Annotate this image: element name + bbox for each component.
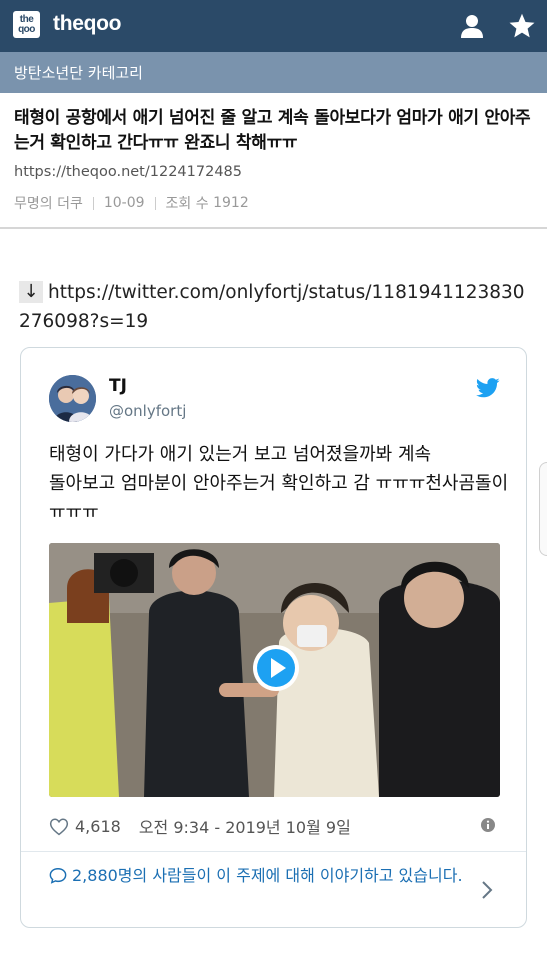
category-label: 방탄소년단 카테고리 bbox=[14, 64, 143, 82]
twitter-link[interactable]: https://twitter.com/onlyfortj/status/118… bbox=[19, 282, 525, 332]
post-title: 태형이 공항에서 애기 넘어진 줄 알고 계속 돌아보다가 엄마가 애기 안아주… bbox=[14, 108, 531, 153]
post-date: 10-09 bbox=[103, 195, 145, 211]
tweet-divider bbox=[21, 851, 526, 852]
play-icon[interactable] bbox=[252, 644, 300, 692]
down-arrow-icon: ↓ bbox=[19, 281, 43, 303]
brand-name[interactable]: theqoo bbox=[53, 12, 121, 36]
tweet-text: 태형이 가다가 애기 있는거 보고 넘어졌을까봐 계속 돌아보고 엄마분이 안아… bbox=[49, 444, 509, 523]
category-bar[interactable]: 방탄소년단 카테고리 bbox=[0, 52, 547, 93]
tweet-author-name[interactable]: TJ bbox=[109, 376, 127, 396]
twitter-bird-icon[interactable] bbox=[476, 378, 500, 398]
views-count: 1912 bbox=[213, 195, 249, 211]
logo-bottom-text: qoo bbox=[18, 23, 35, 35]
comment-bubble-icon bbox=[49, 868, 67, 884]
heart-icon[interactable] bbox=[49, 817, 69, 836]
meta-divider bbox=[92, 196, 94, 210]
views-label: 조회 수 bbox=[165, 196, 209, 212]
theqoo-logo[interactable]: the qoo bbox=[13, 11, 40, 38]
user-icon[interactable] bbox=[459, 13, 485, 39]
post-url[interactable]: https://theqoo.net/1224172485 bbox=[14, 164, 242, 180]
avatar[interactable] bbox=[49, 375, 96, 422]
post-meta: 무명의 더쿠 10-09 조회 수 1912 bbox=[14, 193, 249, 213]
meta-divider bbox=[154, 196, 156, 210]
embedded-tweet[interactable]: TJ @onlyfortj 태형이 가다가 애기 있는거 보고 넘어졌을까봐 계… bbox=[20, 347, 527, 928]
conversation-text: 2,880명의 사람들이 이 주제에 대해 이야기하고 있습니다. bbox=[72, 866, 463, 885]
chevron-right-icon[interactable] bbox=[481, 880, 493, 900]
conversation-link[interactable]: 2,880명의 사람들이 이 주제에 대해 이야기하고 있습니다. bbox=[49, 864, 479, 888]
tweet-timestamp[interactable]: 오전 9:34 - 2019년 10월 9일 bbox=[139, 814, 351, 838]
logo-top-text: the bbox=[19, 13, 34, 25]
side-scroll-handle[interactable] bbox=[539, 462, 547, 556]
body-link-paragraph: ↓ https://twitter.com/onlyfortj/status/11… bbox=[19, 278, 529, 336]
tweet-video-thumbnail[interactable] bbox=[49, 543, 500, 797]
star-icon[interactable] bbox=[508, 12, 536, 40]
post-author: 무명의 더쿠 bbox=[14, 196, 83, 212]
like-count[interactable]: 4,618 bbox=[75, 817, 121, 836]
tweet-footer: 4,618 오전 9:34 - 2019년 10월 9일 bbox=[49, 814, 501, 838]
tweet-author-handle[interactable]: @onlyfortj bbox=[109, 402, 186, 420]
top-navigation-bar: the qoo theqoo bbox=[0, 0, 547, 52]
header-divider bbox=[0, 227, 547, 229]
info-icon[interactable] bbox=[480, 817, 496, 833]
